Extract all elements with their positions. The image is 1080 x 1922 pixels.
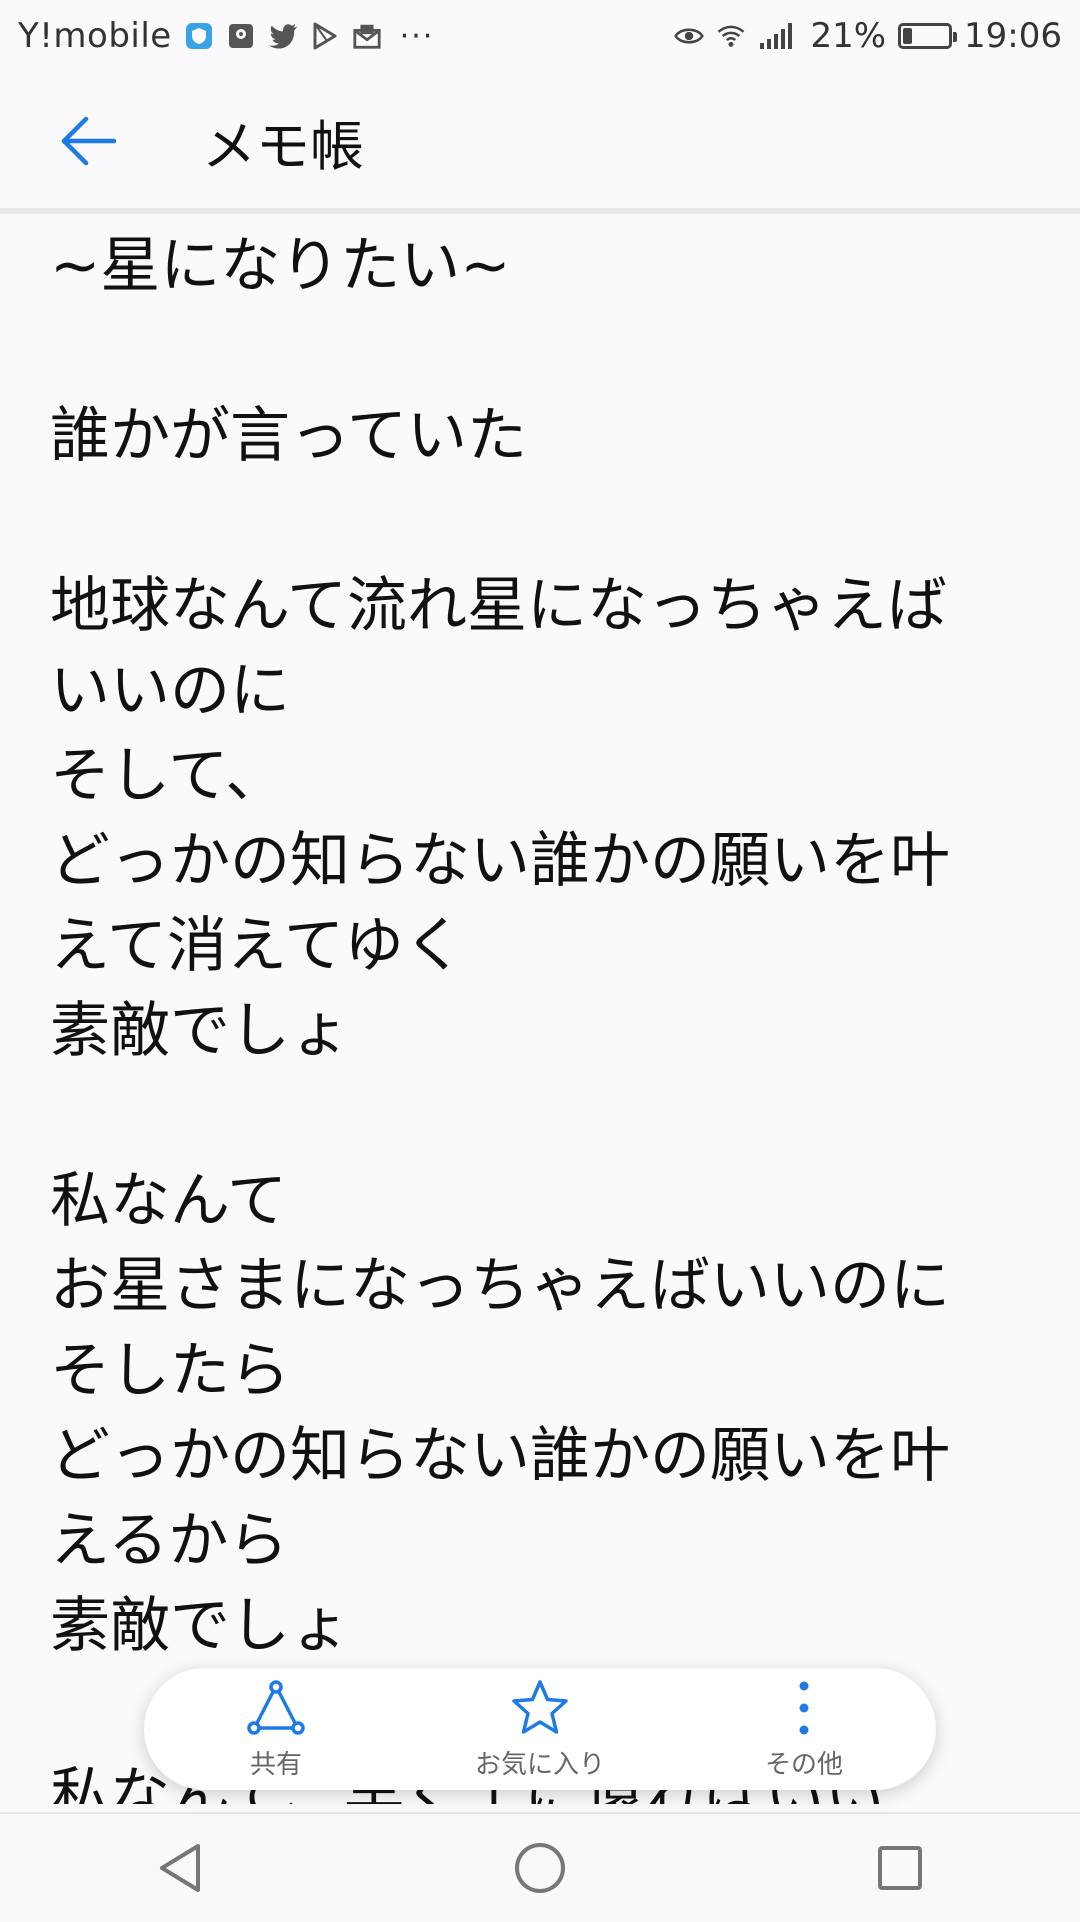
play-icon (310, 21, 340, 51)
note-line: ~星になりたい~ (50, 231, 511, 301)
shield-icon (184, 21, 214, 51)
page-title: メモ帳 (202, 114, 364, 178)
share-button[interactable]: 共有 (176, 1678, 376, 1781)
nav-recents-icon (878, 1846, 922, 1890)
note-line: えるから (50, 1506, 289, 1576)
favorite-button[interactable]: お気に入り (440, 1678, 640, 1781)
more-label: その他 (764, 1749, 843, 1780)
status-bar-left: Y!mobile ··· (18, 16, 434, 56)
battery-percent: 21% (810, 16, 887, 56)
status-bar-right: 21% 19:06 (674, 16, 1062, 56)
nav-back-icon (160, 1844, 200, 1892)
note-line: 誰かが言っていた (50, 401, 527, 471)
note-line: 私なんて (50, 1166, 287, 1236)
note-line: どっかの知らない誰かの願いを叶 (50, 1421, 950, 1491)
back-button[interactable] (40, 93, 136, 189)
mail-icon (352, 21, 382, 51)
app-bar-divider (0, 208, 1080, 214)
status-bar: Y!mobile ··· 21% 19:06 (0, 0, 1080, 72)
more-notifications-icon: ··· (399, 18, 435, 54)
nav-recents-button[interactable] (840, 1820, 960, 1916)
favorite-label: お気に入り (474, 1749, 605, 1780)
nav-home-button[interactable] (480, 1820, 600, 1916)
note-line (50, 309, 1040, 394)
note-line: そして、 (50, 741, 286, 811)
note-line: 素敵でしょ (50, 996, 350, 1066)
status-time: 19:06 (964, 16, 1062, 56)
note-line: どっかの知らない誰かの願いを叶 (50, 826, 950, 896)
battery-icon (898, 23, 958, 49)
note-line (50, 479, 1040, 564)
share-label: 共有 (249, 1749, 302, 1780)
carrier-name: Y!mobile (18, 16, 172, 56)
navigation-bar (0, 1812, 1080, 1922)
note-line: お星さまになっちゃえばいいのに (50, 1251, 950, 1321)
app-bar: メモ帳 (0, 72, 1080, 210)
note-line: えて消えてゆく (50, 911, 464, 981)
note-line: 地球なんて流れ星になっちゃえば (50, 571, 947, 641)
note-toolbar: 共有 お気に入り その他 (144, 1668, 936, 1790)
back-arrow-icon (61, 116, 117, 166)
battery-level (903, 28, 913, 44)
note-line: 素敵でしょ (50, 1591, 350, 1661)
note-line: そしたら (50, 1336, 290, 1406)
more-button[interactable]: その他 (704, 1678, 904, 1781)
twitter-icon (268, 21, 298, 51)
signal-icon (758, 21, 798, 51)
nav-home-icon (515, 1843, 565, 1893)
wifi-icon (716, 21, 746, 51)
note-line (50, 1074, 1040, 1159)
note-body[interactable]: ~星になりたい~ 誰かが言っていた 地球なんて流れ星になっちゃえば いいのにそして… (50, 224, 1040, 1804)
eye-icon (674, 21, 705, 51)
share-icon (246, 1678, 306, 1738)
maps-icon (226, 21, 256, 51)
note-line: いいのに (50, 656, 290, 726)
star-icon (510, 1678, 570, 1738)
nav-back-button[interactable] (120, 1820, 240, 1916)
more-vertical-icon (774, 1678, 834, 1738)
